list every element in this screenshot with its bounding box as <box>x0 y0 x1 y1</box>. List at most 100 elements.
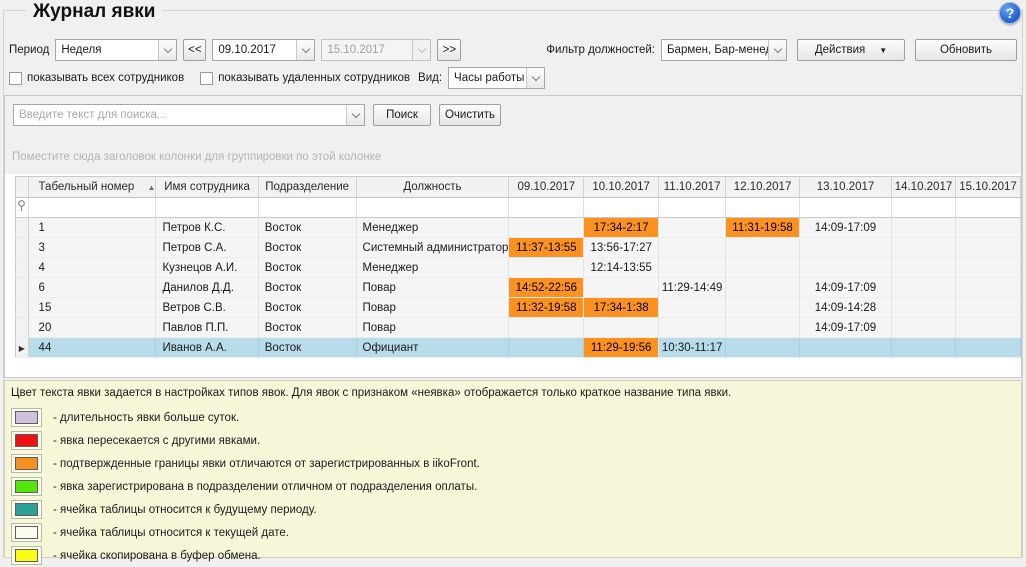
table-row[interactable]: 20Павлов П.П.ВостокПовар 14:09-17:09 <box>16 318 1021 338</box>
row-indicator[interactable] <box>16 238 29 258</box>
employee-name-cell[interactable]: Данилов Д.Д. <box>156 278 258 298</box>
table-row[interactable]: 15Ветров С.В.ВостокПовар11:32-19:5817:34… <box>16 298 1021 318</box>
chevron-down-icon[interactable] <box>768 40 786 60</box>
attendance-cell[interactable]: 10:30-11:17 <box>659 338 726 358</box>
position-cell[interactable]: Менеджер <box>356 218 509 238</box>
column-header-id[interactable]: Табельный номер ▲ <box>28 177 156 198</box>
position-cell[interactable]: Повар <box>356 278 509 298</box>
empty-day-cell[interactable] <box>509 318 584 338</box>
table-row[interactable]: 1Петров К.С.ВостокМенеджер17:34-2:1711:3… <box>16 218 1021 238</box>
empty-day-cell[interactable] <box>659 318 726 338</box>
empty-day-cell[interactable] <box>726 278 800 298</box>
empty-day-cell[interactable] <box>956 238 1021 258</box>
empty-day-cell[interactable] <box>726 298 800 318</box>
column-header-date[interactable]: 15.10.2017 <box>956 177 1021 198</box>
position-filter-select[interactable]: Бармен, Бар-менед... <box>661 39 787 61</box>
table-row[interactable]: 4Кузнецов А.И.ВостокМенеджер 12:14-13:55 <box>16 258 1021 278</box>
attendance-cell[interactable]: 11:37-13:55 <box>509 238 584 258</box>
empty-day-cell[interactable] <box>800 238 892 258</box>
empty-day-cell[interactable] <box>800 338 892 358</box>
attendance-cell[interactable]: 11:32-19:58 <box>509 298 584 318</box>
prev-period-button[interactable]: << <box>183 39 206 61</box>
chevron-down-icon[interactable] <box>526 68 544 88</box>
row-indicator[interactable] <box>16 258 29 278</box>
empty-day-cell[interactable] <box>726 338 800 358</box>
employee-name-cell[interactable]: Кузнецов А.И. <box>156 258 258 278</box>
row-indicator[interactable] <box>16 278 29 298</box>
actions-button[interactable]: Действия ▼ <box>797 39 905 61</box>
employee-name-cell[interactable]: Павлов П.П. <box>156 318 258 338</box>
column-header-date[interactable]: 13.10.2017 <box>800 177 892 198</box>
filter-cell[interactable] <box>891 198 955 218</box>
employee-id-cell[interactable]: 3 <box>28 238 156 258</box>
empty-day-cell[interactable] <box>726 238 800 258</box>
employee-id-cell[interactable]: 44 <box>28 338 156 358</box>
empty-day-cell[interactable] <box>584 278 659 298</box>
department-cell[interactable]: Восток <box>258 298 356 318</box>
empty-day-cell[interactable] <box>891 298 955 318</box>
employee-name-cell[interactable]: Петров С.А. <box>156 238 258 258</box>
attendance-cell[interactable]: 14:09-17:09 <box>800 318 892 338</box>
empty-day-cell[interactable] <box>891 338 955 358</box>
show-all-employees-checkbox[interactable] <box>9 72 22 85</box>
search-button[interactable]: Поиск <box>373 104 431 126</box>
column-header-name[interactable]: Имя сотрудника <box>156 177 258 198</box>
table-row[interactable]: 6Данилов Д.Д.ВостокПовар14:52-22:56 11:29… <box>16 278 1021 298</box>
row-indicator[interactable] <box>16 298 29 318</box>
department-cell[interactable]: Восток <box>258 238 356 258</box>
chevron-down-icon[interactable] <box>158 40 176 60</box>
attendance-cell[interactable]: 14:09-17:09 <box>800 278 892 298</box>
attendance-cell[interactable]: 13:56-17:27 <box>584 238 659 258</box>
empty-day-cell[interactable] <box>956 258 1021 278</box>
employee-id-cell[interactable]: 6 <box>28 278 156 298</box>
empty-day-cell[interactable] <box>891 258 955 278</box>
filter-cell[interactable] <box>584 198 659 218</box>
attendance-cell[interactable]: 12:14-13:55 <box>584 258 659 278</box>
department-cell[interactable]: Восток <box>258 318 356 338</box>
column-header-date[interactable]: 11.10.2017 <box>659 177 726 198</box>
empty-day-cell[interactable] <box>956 218 1021 238</box>
filter-cell[interactable] <box>28 198 156 218</box>
employee-id-cell[interactable]: 20 <box>28 318 156 338</box>
row-indicator[interactable] <box>16 318 29 338</box>
empty-day-cell[interactable] <box>891 318 955 338</box>
employee-name-cell[interactable]: Ветров С.В. <box>156 298 258 318</box>
table-row[interactable]: 3Петров С.А.ВостокСистемный администрато… <box>16 238 1021 258</box>
position-cell[interactable]: Официант <box>356 338 509 358</box>
column-header-date[interactable]: 14.10.2017 <box>891 177 955 198</box>
attendance-cell[interactable]: 17:34-2:17 <box>584 218 659 238</box>
employee-id-cell[interactable]: 4 <box>28 258 156 278</box>
empty-day-cell[interactable] <box>659 298 726 318</box>
attendance-cell[interactable]: 11:31-19:58 <box>726 218 800 238</box>
empty-day-cell[interactable] <box>891 278 955 298</box>
filter-cell[interactable] <box>356 198 509 218</box>
view-select[interactable]: Часы работы <box>448 67 545 89</box>
filter-cell[interactable] <box>659 198 726 218</box>
attendance-cell[interactable]: 14:09-17:09 <box>800 218 892 238</box>
clear-search-button[interactable]: Очистить <box>439 104 501 126</box>
help-icon[interactable]: ? <box>999 2 1021 24</box>
filter-cell[interactable] <box>258 198 356 218</box>
filter-cell[interactable] <box>509 198 584 218</box>
period-select[interactable]: Неделя <box>55 39 177 61</box>
filter-cell[interactable] <box>800 198 892 218</box>
empty-day-cell[interactable] <box>726 318 800 338</box>
empty-day-cell[interactable] <box>584 318 659 338</box>
attendance-cell[interactable]: 11:29-14:49 <box>659 278 726 298</box>
empty-day-cell[interactable] <box>659 218 726 238</box>
empty-day-cell[interactable] <box>956 278 1021 298</box>
column-header-date[interactable]: 12.10.2017 <box>726 177 800 198</box>
attendance-cell[interactable]: 14:52-22:56 <box>509 278 584 298</box>
department-cell[interactable]: Восток <box>258 278 356 298</box>
date-from-select[interactable]: 09.10.2017 <box>212 39 315 61</box>
column-header-position[interactable]: Должность <box>356 177 509 198</box>
employee-id-cell[interactable]: 1 <box>28 218 156 238</box>
empty-day-cell[interactable] <box>956 338 1021 358</box>
empty-day-cell[interactable] <box>509 258 584 278</box>
department-cell[interactable]: Восток <box>258 258 356 278</box>
attendance-cell[interactable]: 17:34-1:38 <box>584 298 659 318</box>
position-cell[interactable]: Повар <box>356 318 509 338</box>
position-cell[interactable]: Менеджер <box>356 258 509 278</box>
column-header-date[interactable]: 09.10.2017 <box>509 177 584 198</box>
empty-day-cell[interactable] <box>509 338 584 358</box>
